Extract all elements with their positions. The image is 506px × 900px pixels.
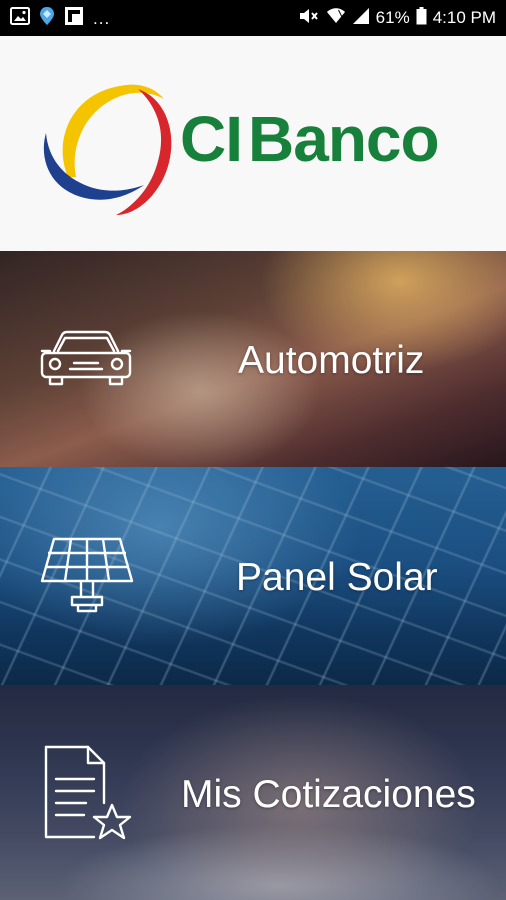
status-bar: ... 61% 4:10 PM <box>0 0 506 36</box>
image-icon <box>10 6 30 30</box>
menu-label-mis-cotizaciones: Mis Cotizaciones <box>181 773 476 816</box>
wifi-icon <box>326 7 346 30</box>
location-drop-icon <box>39 6 55 31</box>
battery-percent: 61% <box>375 8 410 27</box>
notification-icons: ... <box>10 6 110 31</box>
cibanco-swoosh-icon <box>43 84 172 215</box>
app-header: CIBanco <box>0 36 506 251</box>
menu-item-panel-solar[interactable]: Panel Solar <box>0 467 506 685</box>
system-icons: 61% 4:10 PM <box>298 6 496 30</box>
solar-panel-icon <box>40 537 134 613</box>
clock: 4:10 PM <box>432 8 496 27</box>
signal-icon <box>352 7 370 30</box>
brand-name-ci: CI <box>180 102 243 175</box>
car-icon <box>40 330 132 386</box>
menu-label-automotriz: Automotriz <box>238 339 425 382</box>
document-star-icon <box>44 745 132 840</box>
battery-icon <box>416 6 427 30</box>
menu-item-automotriz[interactable]: Automotriz <box>0 251 506 467</box>
flipboard-icon <box>64 6 84 31</box>
brand-wordmark: CIBanco <box>180 107 440 171</box>
cibanco-logo: CIBanco <box>38 69 468 219</box>
brand-name-banco: Banco <box>248 102 440 175</box>
menu-label-panel-solar: Panel Solar <box>236 556 438 599</box>
menu-item-mis-cotizaciones[interactable]: Mis Cotizaciones <box>0 685 506 900</box>
mute-icon <box>298 7 320 30</box>
more-notifications: ... <box>93 8 111 28</box>
